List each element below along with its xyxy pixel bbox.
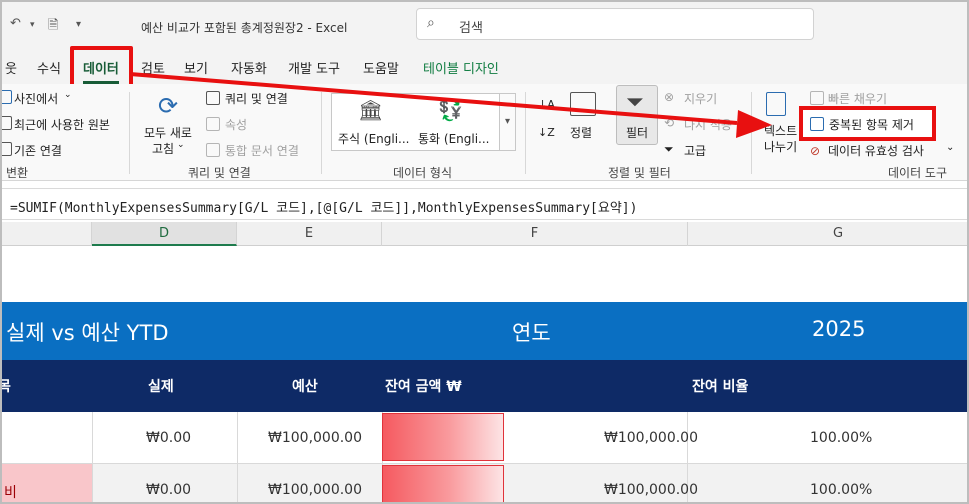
table-header-row: 목 실제 예산 잔여 금액 ₩ 잔여 비율 bbox=[2, 360, 967, 412]
report-title[interactable]: 실제 vs 예산 YTD bbox=[6, 317, 169, 347]
column-header-e[interactable]: E bbox=[237, 222, 382, 246]
table-row: ₩0.00 ₩100,000.00 ₩100,000.00 100.00% bbox=[2, 412, 967, 464]
actual-value: ₩0.00 bbox=[146, 482, 192, 498]
budget-value: ₩100,000.00 bbox=[268, 430, 363, 446]
ratio-cell[interactable]: 100.00% bbox=[688, 412, 967, 464]
item-cell[interactable]: 비 bbox=[2, 464, 93, 502]
item-label: 비 bbox=[4, 485, 17, 501]
remaining-cell[interactable]: ₩100,000.00 bbox=[383, 412, 698, 464]
ratio-cell[interactable]: 100.00% bbox=[688, 464, 967, 502]
column-header-c[interactable] bbox=[2, 222, 92, 246]
column-headers: D E F G bbox=[2, 222, 967, 246]
column-header-f[interactable]: F bbox=[382, 222, 688, 246]
year-value[interactable]: 2025 bbox=[812, 317, 865, 341]
budget-value: ₩100,000.00 bbox=[268, 482, 363, 498]
table-row: 비 ₩0.00 ₩100,000.00 ₩100,000.00 100.00% bbox=[2, 464, 967, 502]
actual-value: ₩0.00 bbox=[146, 430, 192, 446]
actual-cell[interactable]: ₩0.00 bbox=[93, 464, 238, 502]
budget-cell[interactable]: ₩100,000.00 bbox=[238, 464, 383, 502]
column-header-d[interactable]: D bbox=[92, 222, 237, 246]
ratio-value: 100.00% bbox=[810, 482, 873, 498]
actual-cell[interactable]: ₩0.00 bbox=[93, 412, 238, 464]
header-item[interactable]: 목 bbox=[2, 376, 11, 396]
remaining-value: ₩100,000.00 bbox=[604, 430, 699, 446]
excel-window: ↶ ▾ 🗎 ▾ 예산 비교가 포함된 총계정원장2 - Excel ⌕ 검색 웃… bbox=[0, 0, 969, 504]
remaining-value: ₩100,000.00 bbox=[604, 482, 699, 498]
header-remaining-amount[interactable]: 잔여 금액 ₩ bbox=[385, 376, 462, 396]
item-cell[interactable] bbox=[2, 412, 93, 464]
formula-text[interactable]: =SUMIF(MonthlyExpensesSummary[G/L 코드],[@… bbox=[10, 197, 637, 216]
year-label[interactable]: 연도 bbox=[512, 317, 551, 347]
header-budget[interactable]: 예산 bbox=[292, 376, 318, 396]
header-remaining-ratio[interactable]: 잔여 비율 bbox=[692, 376, 748, 396]
budget-cell[interactable]: ₩100,000.00 bbox=[238, 412, 383, 464]
report-banner: 실제 vs 예산 YTD 연도 2025 bbox=[2, 302, 967, 360]
remaining-cell[interactable]: ₩100,000.00 bbox=[383, 464, 698, 502]
ratio-value: 100.00% bbox=[810, 430, 873, 446]
header-actual[interactable]: 실제 bbox=[148, 376, 174, 396]
formula-bar[interactable]: =SUMIF(MonthlyExpensesSummary[G/L 코드],[@… bbox=[2, 188, 967, 220]
column-header-g[interactable]: G bbox=[688, 222, 967, 246]
